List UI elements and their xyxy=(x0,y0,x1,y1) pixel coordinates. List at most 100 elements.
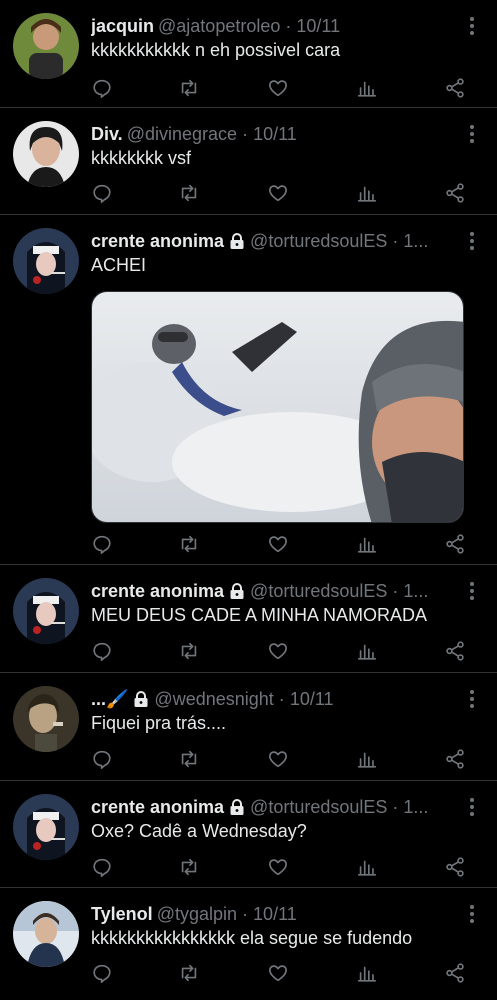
retweet-icon[interactable] xyxy=(178,77,200,99)
like-icon[interactable] xyxy=(267,640,289,662)
reply-icon[interactable] xyxy=(91,856,113,878)
reply-icon[interactable] xyxy=(91,182,113,204)
tweet-header: jacquin @ajatopetroleo · 10/11 xyxy=(91,14,457,38)
tweet[interactable]: ...🖌️ @wednesnight · 10/11 Fiquei pra trá… xyxy=(0,673,497,781)
separator: · xyxy=(285,16,292,36)
timestamp[interactable]: 10/11 xyxy=(253,124,297,144)
more-icon[interactable] xyxy=(469,581,475,601)
display-name[interactable]: Tylenol xyxy=(91,904,153,924)
share-icon[interactable] xyxy=(444,856,466,878)
lock-icon xyxy=(230,799,244,815)
more-icon[interactable] xyxy=(469,231,475,251)
retweet-icon[interactable] xyxy=(178,748,200,770)
like-icon[interactable] xyxy=(267,748,289,770)
avatar[interactable] xyxy=(13,686,79,752)
user-handle[interactable]: @torturedsoulES xyxy=(250,581,387,601)
tweet-header: ...🖌️ @wednesnight · 10/11 xyxy=(91,687,457,711)
action-bar xyxy=(91,962,481,986)
display-name[interactable]: Div. xyxy=(91,124,123,144)
like-icon[interactable] xyxy=(267,962,289,984)
views-icon[interactable] xyxy=(356,962,378,984)
share-icon[interactable] xyxy=(444,533,466,555)
timestamp[interactable]: 10/11 xyxy=(253,904,297,924)
tweet[interactable]: crente anonima @torturedsoulES · 1... MEU… xyxy=(0,565,497,673)
views-icon[interactable] xyxy=(356,182,378,204)
share-icon[interactable] xyxy=(444,77,466,99)
display-name[interactable]: crente anonima xyxy=(91,231,224,251)
reply-icon[interactable] xyxy=(91,533,113,555)
like-icon[interactable] xyxy=(267,182,289,204)
tweet[interactable]: crente anonima @torturedsoulES · 1... Oxe… xyxy=(0,781,497,888)
more-icon[interactable] xyxy=(469,904,475,924)
tweet[interactable]: jacquin @ajatopetroleo · 10/11 kkkkkkkkkk… xyxy=(0,0,497,108)
separator: · xyxy=(278,689,285,709)
more-icon[interactable] xyxy=(469,689,475,709)
user-handle[interactable]: @torturedsoulES xyxy=(250,797,387,817)
action-bar xyxy=(91,640,481,664)
share-icon[interactable] xyxy=(444,640,466,662)
reply-icon[interactable] xyxy=(91,640,113,662)
retweet-icon[interactable] xyxy=(178,962,200,984)
tweet-text: ACHEI xyxy=(91,255,147,275)
tweet-text: kkkkkkkkkkkkkkkk ela segue se fudendo xyxy=(91,928,413,948)
more-icon[interactable] xyxy=(469,16,475,36)
user-handle[interactable]: @wednesnight xyxy=(154,689,273,709)
lock-icon xyxy=(230,233,244,249)
tweet[interactable]: Tylenol @tygalpin · 10/11 kkkkkkkkkkkkkkk… xyxy=(0,888,497,1000)
more-icon[interactable] xyxy=(469,797,475,817)
reply-icon[interactable] xyxy=(91,962,113,984)
separator: · xyxy=(392,581,399,601)
timestamp[interactable]: 10/11 xyxy=(290,689,334,709)
display-name[interactable]: crente anonima xyxy=(91,581,224,601)
user-handle[interactable]: @divinegrace xyxy=(127,124,237,144)
avatar[interactable] xyxy=(13,121,79,187)
like-icon[interactable] xyxy=(267,856,289,878)
tweet-header: crente anonima @torturedsoulES · 1... xyxy=(91,229,457,253)
avatar[interactable] xyxy=(13,901,79,967)
like-icon[interactable] xyxy=(267,77,289,99)
timestamp[interactable]: 10/11 xyxy=(296,16,340,36)
share-icon[interactable] xyxy=(444,182,466,204)
action-bar xyxy=(91,182,481,206)
avatar[interactable] xyxy=(13,794,79,860)
display-name[interactable]: crente anonima xyxy=(91,797,224,817)
avatar[interactable] xyxy=(13,13,79,79)
retweet-icon[interactable] xyxy=(178,856,200,878)
separator: · xyxy=(392,797,399,817)
tweet[interactable]: crente anonima @torturedsoulES · 1... ACH… xyxy=(0,215,497,565)
user-handle[interactable]: @torturedsoulES xyxy=(250,231,387,251)
reply-icon[interactable] xyxy=(91,748,113,770)
display-name[interactable]: jacquin xyxy=(91,16,154,36)
user-handle[interactable]: @tygalpin xyxy=(157,904,237,924)
retweet-icon[interactable] xyxy=(178,182,200,204)
tweet[interactable]: Div. @divinegrace · 10/11 kkkkkkkk vsf xyxy=(0,108,497,215)
retweet-icon[interactable] xyxy=(178,533,200,555)
tweet-text: MEU DEUS CADE A MINHA NAMORADA xyxy=(91,605,428,625)
views-icon[interactable] xyxy=(356,748,378,770)
snow-selfie-image[interactable] xyxy=(91,291,464,523)
separator: · xyxy=(242,904,249,924)
views-icon[interactable] xyxy=(356,640,378,662)
tweet-header: crente anonima @torturedsoulES · 1... xyxy=(91,795,457,819)
views-icon[interactable] xyxy=(356,533,378,555)
separator: · xyxy=(242,124,249,144)
like-icon[interactable] xyxy=(267,533,289,555)
action-bar xyxy=(91,856,481,880)
lock-icon xyxy=(134,691,148,707)
timestamp[interactable]: 1... xyxy=(403,231,428,251)
more-icon[interactable] xyxy=(469,124,475,144)
display-name[interactable]: ...🖌️ xyxy=(91,689,128,709)
share-icon[interactable] xyxy=(444,962,466,984)
reply-icon[interactable] xyxy=(91,77,113,99)
timestamp[interactable]: 1... xyxy=(403,797,428,817)
avatar[interactable] xyxy=(13,578,79,644)
timestamp[interactable]: 1... xyxy=(403,581,428,601)
views-icon[interactable] xyxy=(356,856,378,878)
tweet-header: crente anonima @torturedsoulES · 1... xyxy=(91,579,457,603)
views-icon[interactable] xyxy=(356,77,378,99)
avatar[interactable] xyxy=(13,228,79,294)
retweet-icon[interactable] xyxy=(178,640,200,662)
tweet-header: Div. @divinegrace · 10/11 xyxy=(91,122,457,146)
user-handle[interactable]: @ajatopetroleo xyxy=(158,16,280,36)
share-icon[interactable] xyxy=(444,748,466,770)
